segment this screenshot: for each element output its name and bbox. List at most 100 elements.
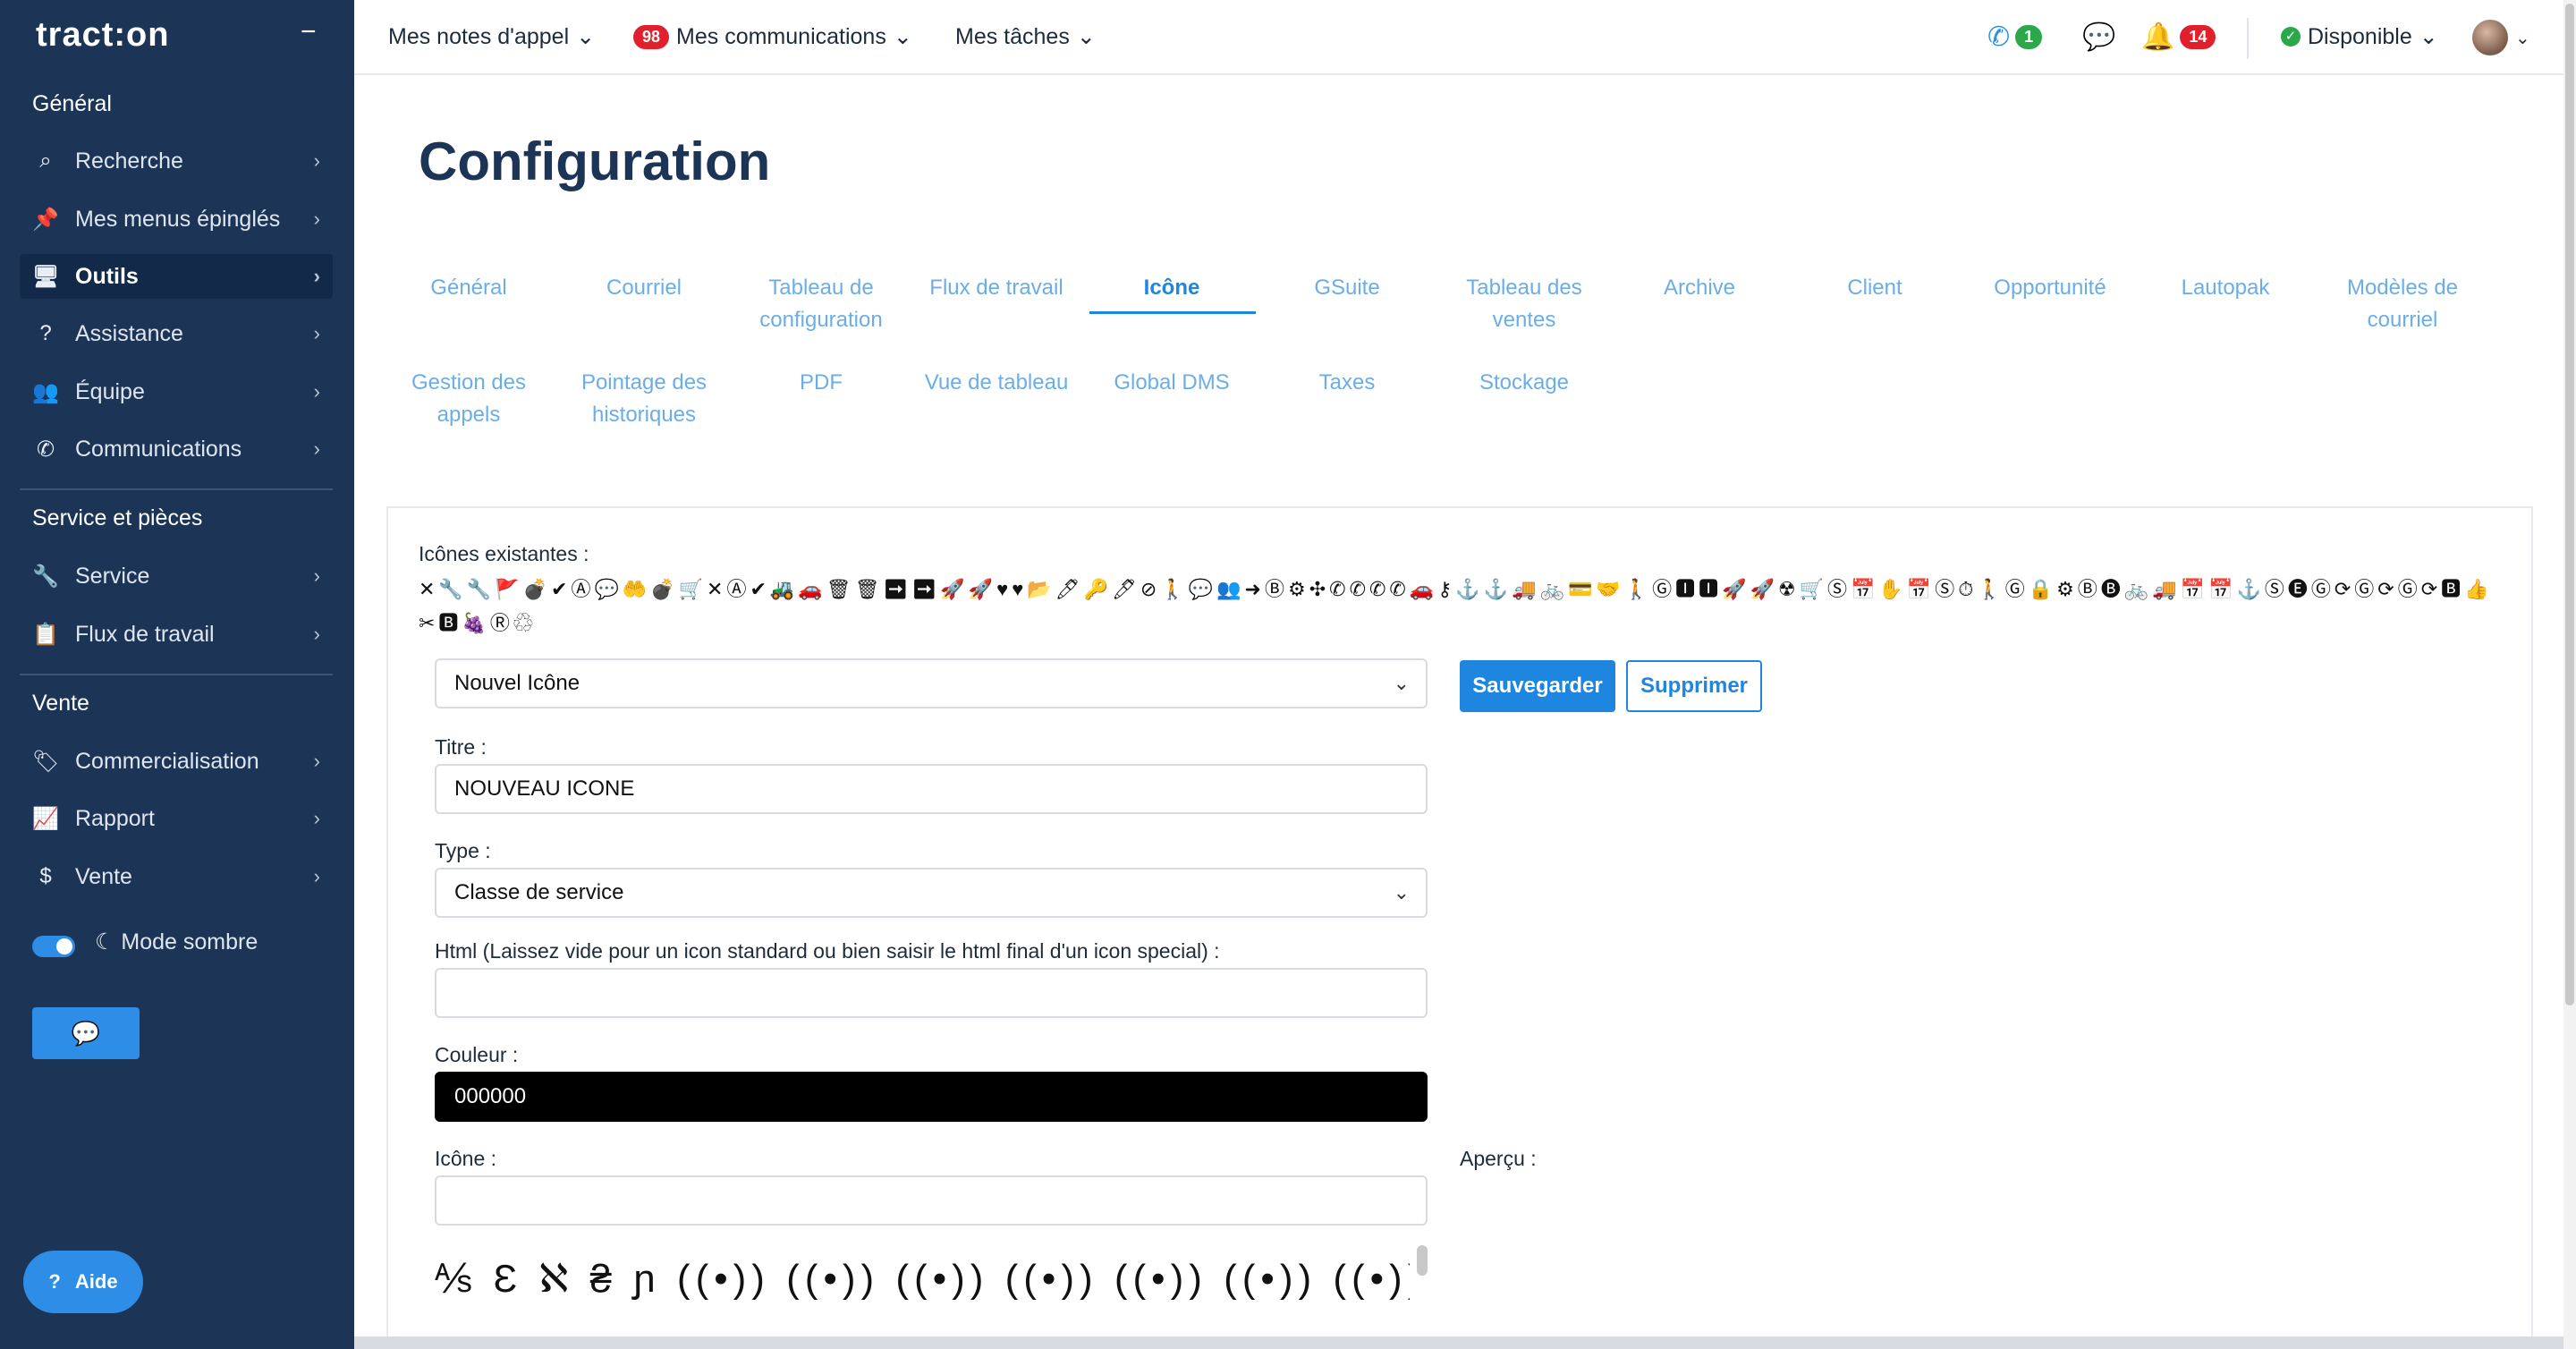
chat-icon: 💬 xyxy=(71,1020,101,1047)
sidebar-item-recherche[interactable]: ⌕ Recherche › xyxy=(20,139,333,183)
users-icon: 👥 xyxy=(32,379,59,404)
color-input[interactable]: 000000 xyxy=(435,1072,1428,1122)
sidebar-item-service[interactable]: 🔧 Service › xyxy=(20,554,333,598)
preview-label: Aperçu : xyxy=(1460,1147,1537,1170)
icon-picker-grid[interactable]: ⅍ Ɛ ℵ ₴ ɲ ((•)) ((•)) ((•)) ((•)) ((•)) … xyxy=(435,1252,1410,1306)
color-label: Couleur : xyxy=(435,1043,519,1066)
sidebar-item-assistance[interactable]: ? Assistance › xyxy=(20,311,333,356)
topbar-divider xyxy=(2247,18,2249,59)
menu-communications[interactable]: 98 Mes communications ⌄ xyxy=(633,23,912,50)
sidebar-item-menus-epingles[interactable]: 📌 Mes menus épinglés › xyxy=(20,197,333,242)
icon-select[interactable]: Nouvel Icône ⌄ xyxy=(435,658,1428,708)
tab-archive[interactable]: Archive xyxy=(1612,272,1787,304)
dark-mode-label: ☾ Mode sombre xyxy=(95,929,258,954)
horizontal-scrollbar[interactable] xyxy=(354,1336,2563,1349)
phone-icon: ✆ xyxy=(36,437,55,462)
sidebar-item-vente[interactable]: $ Vente › xyxy=(20,854,333,899)
tab-stockage[interactable]: Stockage xyxy=(1436,367,1612,399)
icon-picker-scrollbar[interactable] xyxy=(1417,1245,1428,1276)
html-input[interactable] xyxy=(435,968,1428,1018)
sidebar-item-label: Assistance xyxy=(75,320,183,346)
tab-courriel[interactable]: Courriel xyxy=(556,272,732,304)
tab-pointage-historiques[interactable]: Pointage des historiques xyxy=(556,367,732,431)
chat-button[interactable]: 💬 xyxy=(2082,21,2115,53)
tab-tableau-ventes[interactable]: Tableau des ventes xyxy=(1436,272,1612,336)
active-tab-indicator xyxy=(1089,311,1256,314)
tab-global-dms[interactable]: Global DMS xyxy=(1084,367,1259,399)
sidebar-divider xyxy=(20,674,333,675)
sidebar-item-label: Communications xyxy=(75,436,242,462)
help-button[interactable]: ? Aide xyxy=(23,1251,143,1313)
check-circle-icon: ✓ xyxy=(2281,27,2301,47)
sidebar-item-label: Rapport xyxy=(75,805,155,831)
dollar-icon: $ xyxy=(39,864,52,888)
chat-button[interactable]: 💬 xyxy=(32,1007,140,1059)
tab-vue-tableau[interactable]: Vue de tableau xyxy=(909,367,1084,399)
chat-icon: 💬 xyxy=(2082,22,2116,52)
existing-icons-list[interactable]: ✕🔧🔧🚩💣✔Ⓐ💬🤲💣🛒✕Ⓐ✔🚜🚗🗑🗑➡➡🚀🚀♥♥📂🖊🔑🖊⊘🚶💬👥➜Ⓑ⚙✣✆✆✆✆… xyxy=(419,573,2494,641)
notifications-button[interactable]: 🔔 14 xyxy=(2141,21,2216,53)
existing-icons-label: Icônes existantes : xyxy=(419,542,589,565)
icon-input[interactable] xyxy=(435,1175,1428,1226)
tab-modeles-courriel[interactable]: Modèles de courriel xyxy=(2315,272,2490,336)
menu-taches[interactable]: Mes tâches ⌄ xyxy=(955,23,1096,50)
chevron-right-icon: › xyxy=(313,322,320,344)
type-label: Type : xyxy=(435,839,491,862)
tab-client[interactable]: Client xyxy=(1787,272,1962,304)
chevron-right-icon: › xyxy=(313,208,320,230)
tag-icon: 🏷 xyxy=(32,749,60,774)
tab-opportunite[interactable]: Opportunité xyxy=(1962,272,2138,304)
title-input[interactable]: NOUVEAU ICONE xyxy=(435,764,1428,814)
chevron-down-icon: ⌄ xyxy=(1076,24,1096,49)
chevron-right-icon: › xyxy=(313,564,320,587)
communications-badge: 98 xyxy=(633,24,670,49)
sidebar-item-commercialisation[interactable]: 🏷 Commercialisation › xyxy=(20,739,333,784)
sidebar-item-rapport[interactable]: 📈 Rapport › xyxy=(20,796,333,841)
chevron-down-icon: ⌄ xyxy=(2419,24,2438,49)
collapse-sidebar-icon[interactable]: − xyxy=(301,19,326,46)
type-select[interactable]: Classe de service ⌄ xyxy=(435,868,1428,918)
phone-button[interactable]: ✆ 1 xyxy=(1987,21,2043,53)
delete-button[interactable]: Supprimer xyxy=(1626,660,1762,712)
wrench-icon: 🔧 xyxy=(32,564,59,589)
sidebar-item-label: Recherche xyxy=(75,148,183,174)
tab-taxes[interactable]: Taxes xyxy=(1259,367,1435,399)
sidebar-item-equipe[interactable]: 👥 Équipe › xyxy=(20,369,333,414)
menu-notes-appel[interactable]: Mes notes d'appel ⌄ xyxy=(388,23,595,50)
chevron-right-icon: › xyxy=(313,865,320,887)
save-button[interactable]: Sauvegarder xyxy=(1460,660,1615,712)
chevron-right-icon: › xyxy=(313,623,320,645)
chevron-down-icon: ⌄ xyxy=(1393,881,1410,904)
page-title: Configuration xyxy=(419,132,771,191)
sidebar-divider xyxy=(20,488,333,490)
sidebar-item-outils[interactable]: 🖥 Outils › xyxy=(20,254,333,299)
tab-pdf[interactable]: PDF xyxy=(733,367,909,399)
tab-tableau-configuration[interactable]: Tableau de configuration xyxy=(733,272,909,336)
sidebar-item-flux[interactable]: 📋 Flux de travail › xyxy=(20,612,333,657)
sidebar-item-label: Outils xyxy=(75,263,139,289)
chevron-down-icon: ⌄ xyxy=(576,24,596,49)
tab-gestion-appels[interactable]: Gestion des appels xyxy=(381,367,556,431)
avatar[interactable] xyxy=(2472,20,2508,55)
tab-icone[interactable]: Icône xyxy=(1084,272,1259,304)
top-bar: Mes notes d'appel ⌄ 98 Mes communication… xyxy=(354,0,2563,75)
html-label: Html (Laissez vide pour un icon standard… xyxy=(435,939,1220,963)
tab-flux-travail[interactable]: Flux de travail xyxy=(909,272,1084,304)
sidebar-item-communications[interactable]: ✆ Communications › xyxy=(20,427,333,471)
tab-gsuite[interactable]: GSuite xyxy=(1259,272,1435,304)
monitor-icon: 🖥 xyxy=(32,264,60,289)
icon-picker-grid-row[interactable]: ▬ ▬ ▬ ▬ ▬ ▬ ▬ ▬ ▬ xyxy=(435,1324,1410,1336)
chevron-down-icon[interactable]: ⌄ xyxy=(2515,27,2530,49)
dark-mode-toggle[interactable] xyxy=(32,936,75,957)
chevron-right-icon: › xyxy=(313,149,320,172)
bell-icon: 🔔 xyxy=(2141,22,2175,52)
page-scrollbar[interactable] xyxy=(2563,0,2576,1349)
tab-general[interactable]: Général xyxy=(381,272,556,304)
sidebar-item-label: Équipe xyxy=(75,378,145,404)
tab-lautopak[interactable]: Lautopak xyxy=(2138,272,2313,304)
status-dropdown[interactable]: ✓ Disponible ⌄ xyxy=(2281,23,2438,50)
chart-line-icon: 📈 xyxy=(32,806,59,831)
sidebar-item-label: Service xyxy=(75,563,150,589)
app-logo[interactable]: tract:on xyxy=(36,16,169,55)
chevron-down-icon: ⌄ xyxy=(893,24,912,49)
